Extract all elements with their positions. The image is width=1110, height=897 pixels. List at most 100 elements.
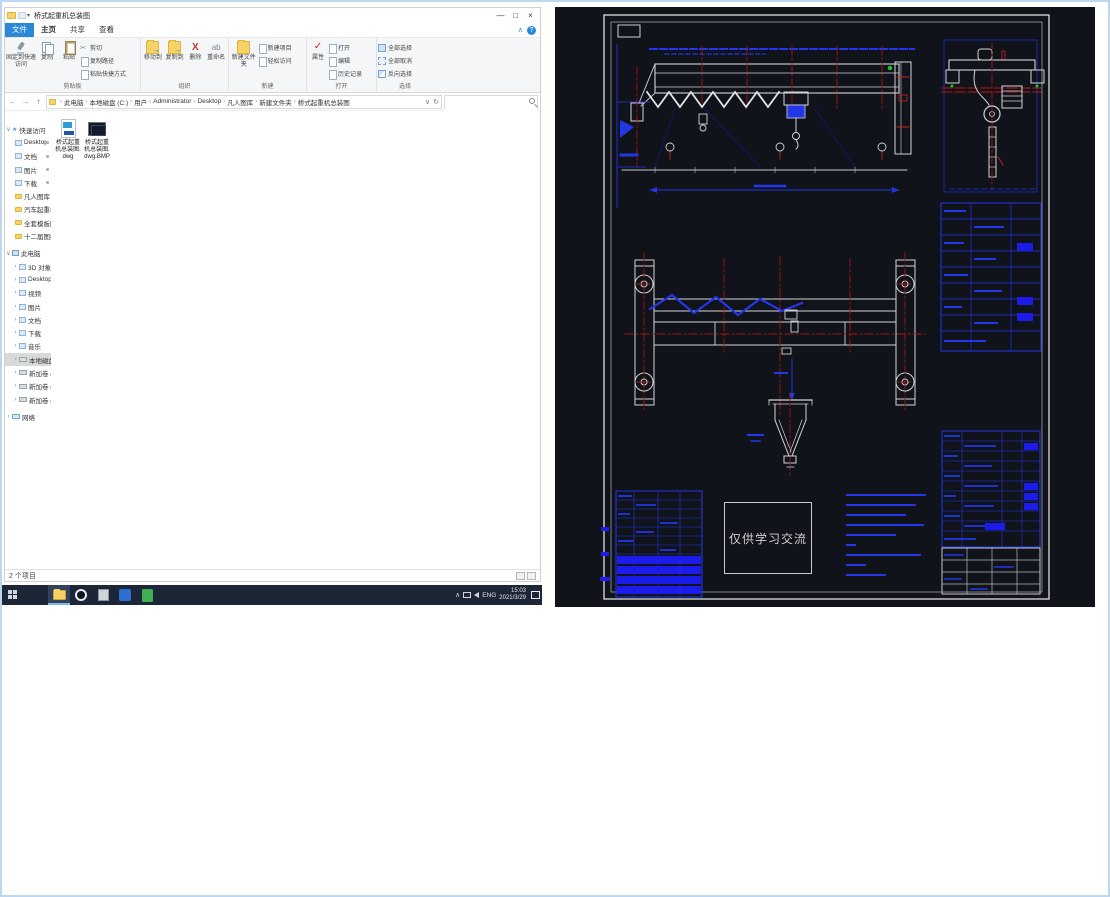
chevron-right-icon[interactable]: › [5, 414, 12, 420]
crumb-current[interactable]: 桥式起重机总装图 [298, 97, 350, 107]
minimize-button[interactable]: — [493, 9, 508, 23]
back-button[interactable]: ← [7, 97, 18, 106]
crumb-administrator[interactable]: Administrator [153, 98, 191, 105]
delete-button[interactable]: X 删除 [186, 39, 206, 62]
address-dropdown-icon[interactable]: ∨ [425, 98, 430, 106]
crumb-gallery[interactable]: 凡人图库 [227, 97, 253, 107]
taskbar-app-gray-icon[interactable] [92, 585, 114, 605]
chevron-right-icon[interactable]: › [12, 397, 19, 403]
new-item-button[interactable]: 新建项目 [258, 41, 305, 54]
chevron-right-icon[interactable]: › [12, 264, 19, 270]
crumb-new-folder[interactable]: 新建文件夹 [259, 97, 292, 107]
tab-home[interactable]: 主页 [34, 23, 63, 37]
open-button[interactable]: 打开 [328, 41, 374, 54]
taskbar-app-blue-icon[interactable] [114, 585, 136, 605]
chevron-right-icon[interactable]: › [12, 343, 19, 349]
sidebar-item-downloads-pinned[interactable]: 下载 [5, 176, 51, 189]
chevron-right-icon[interactable]: › [12, 304, 19, 310]
chevron-down-icon[interactable]: ∨ [5, 126, 12, 133]
move-to-button[interactable]: 移动到 [142, 39, 164, 62]
sidebar-item-documents-pinned[interactable]: 文档 [5, 150, 51, 163]
sidebar-item-desktop-pinned[interactable]: Desktop [5, 136, 51, 149]
taskbar-app-green-icon[interactable] [136, 585, 158, 605]
sidebar-network[interactable]: › 网络 [5, 410, 51, 423]
tab-share[interactable]: 共享 [63, 23, 92, 37]
forward-button[interactable]: → [20, 97, 31, 106]
up-button[interactable]: ↑ [33, 97, 44, 106]
paste-shortcut-button[interactable]: 粘贴快捷方式 [80, 67, 138, 80]
copy-path-button[interactable]: 复制路径 [80, 54, 138, 67]
sidebar-item-volume-d[interactable]: ›新加卷 (D:) [5, 366, 52, 379]
chevron-right-icon[interactable]: › [12, 370, 19, 376]
chevron-right-icon[interactable]: › [12, 330, 19, 336]
chevron-down-icon[interactable]: ∨ [5, 250, 12, 257]
network-tray-icon[interactable] [463, 592, 472, 598]
crumb-this-pc[interactable]: 此电脑 [64, 97, 84, 107]
edit-button[interactable]: 编辑 [328, 54, 374, 67]
paste-button[interactable]: 粘贴 [58, 39, 80, 62]
copy-button[interactable]: 复制 [36, 39, 58, 62]
properties-button[interactable]: ✓ 属性 [308, 39, 328, 62]
chevron-right-icon[interactable]: › [12, 383, 19, 389]
thumbnails-view-icon[interactable] [527, 571, 536, 580]
file-item-bmp[interactable]: 桥式起重机总装图.dwg.BMP [84, 119, 110, 161]
tray-expand-icon[interactable]: ∧ [455, 591, 460, 599]
maximize-button[interactable]: □ [508, 9, 523, 23]
taskbar-explorer-icon[interactable] [48, 585, 70, 605]
clock[interactable]: 15:03 2021/3/29 [499, 588, 526, 602]
chevron-right-icon[interactable]: › [12, 357, 19, 363]
sidebar-item-desktop[interactable]: › Desktop [5, 273, 52, 286]
file-explorer-window: ▾ 桥式起重机总装图 — □ × 文件 主页 共享 查看 ∧ ? 固定到快速访问 [4, 7, 541, 582]
new-folder-button[interactable]: 新建文件夹 [230, 39, 258, 69]
sidebar-item-local-disk-c[interactable]: ›本地磁盘 (C:) [5, 353, 51, 367]
file-item-dwg[interactable]: 桥式起重机总装图.dwg [55, 119, 81, 161]
sidebar-item-volume-f[interactable]: ›新加卷 (F:) [5, 393, 52, 406]
action-center-icon[interactable] [531, 591, 540, 599]
sidebar-item-series[interactable]: 十二届图纸系列 [5, 229, 51, 242]
help-icon[interactable]: ? [527, 25, 536, 35]
sidebar-item-volume-e[interactable]: ›新加卷 (E:) [5, 380, 52, 393]
sidebar-item-videos[interactable]: › 视频 [5, 287, 51, 300]
chevron-right-icon[interactable]: › [12, 317, 19, 323]
pin-to-quick-access-button[interactable]: 固定到快速访问 [6, 39, 36, 69]
crumb-drive-c[interactable]: 本地磁盘 (C:) [90, 97, 129, 107]
tab-view[interactable]: 查看 [92, 23, 121, 37]
rename-button[interactable]: ab 重命名 [205, 39, 227, 62]
sidebar-item-3d-objects[interactable]: › 3D 对象 [5, 260, 51, 273]
chevron-right-icon[interactable]: › [12, 277, 19, 283]
search-input[interactable] [445, 101, 537, 113]
sidebar-this-pc[interactable]: ∨ 此电脑 [5, 247, 51, 260]
quick-access-toolbar-icon[interactable] [18, 12, 26, 19]
crumb-users[interactable]: 用户 [134, 97, 147, 107]
language-indicator[interactable]: ENG [482, 592, 496, 599]
close-button[interactable]: × [523, 9, 538, 23]
sidebar-quick-access[interactable]: ∨ ★ 快速访问 [5, 123, 51, 136]
toolbar-caret-icon[interactable]: ▾ [27, 12, 30, 19]
file-list[interactable]: 桥式起重机总装图.dwg 桥式起重机总装图.dwg.BMP [51, 111, 540, 569]
sidebar-item-pictures-pinned[interactable]: 图片 [5, 163, 51, 176]
sidebar-item-pictures[interactable]: › 图片 [5, 300, 51, 313]
sidebar-item-gallery[interactable]: 凡人图库 [5, 189, 51, 202]
start-button[interactable] [2, 585, 24, 605]
sidebar-item-music[interactable]: › 音乐 [5, 340, 51, 353]
sidebar-item-truck-cranes[interactable]: 汽车起重机(全部) [5, 203, 51, 216]
history-button[interactable]: 历史记录 [328, 67, 374, 80]
sidebar-item-templates[interactable]: 全套模板图 [5, 216, 51, 229]
sidebar-item-documents[interactable]: › 文档 [5, 313, 51, 326]
ribbon-collapse-icon[interactable]: ∧ [518, 26, 523, 34]
refresh-icon[interactable]: ↻ [433, 98, 439, 106]
invert-selection-button[interactable]: 反向选择 [378, 67, 432, 80]
tab-file[interactable]: 文件 [5, 23, 34, 37]
chevron-right-icon[interactable]: › [12, 290, 19, 296]
volume-tray-icon[interactable] [474, 592, 480, 598]
details-view-icon[interactable] [516, 571, 525, 580]
select-all-button[interactable]: 全部选择 [378, 41, 432, 54]
crumb-desktop[interactable]: Desktop [197, 98, 221, 105]
select-none-button[interactable]: 全部取消 [378, 54, 432, 67]
copy-to-button[interactable]: 复制到 [164, 39, 186, 62]
taskbar-browser-icon[interactable] [70, 585, 92, 605]
sidebar-item-downloads[interactable]: › 下载 [5, 326, 51, 339]
easy-access-button[interactable]: 轻松访问 [258, 54, 305, 67]
cut-button[interactable]: 剪切 [80, 41, 138, 54]
breadcrumb[interactable]: › 此电脑 › 本地磁盘 (C:) › 用户 › Administrator › Des… [46, 94, 442, 109]
